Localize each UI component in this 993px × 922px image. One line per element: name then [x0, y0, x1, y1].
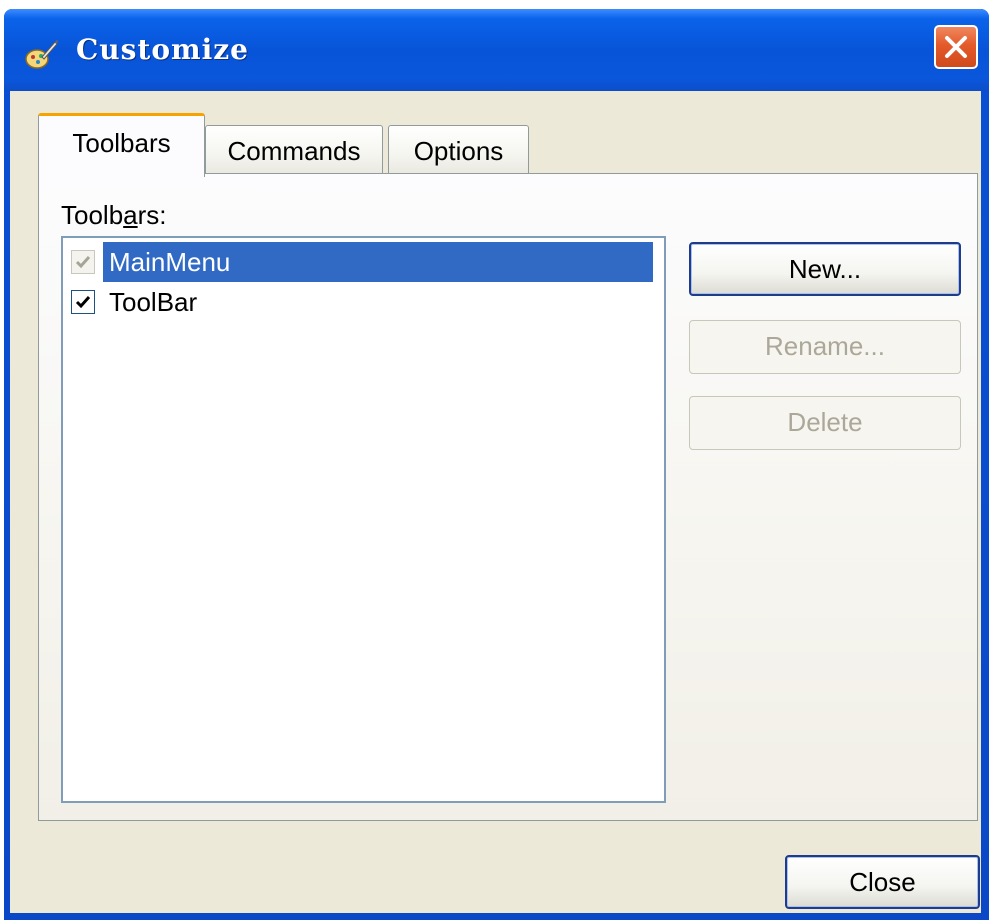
- tab-commands-label: Commands: [227, 136, 361, 166]
- checkmark-icon: [75, 296, 91, 309]
- close-button[interactable]: Close: [785, 855, 980, 909]
- list-item-mainmenu[interactable]: MainMenu: [67, 242, 662, 282]
- toolbars-list-label: Toolbars:: [61, 200, 167, 231]
- tab-toolbars-label: Toolbars: [72, 128, 171, 158]
- toolbars-listbox[interactable]: MainMenu ToolBar: [61, 236, 666, 803]
- tab-options[interactable]: Options: [388, 125, 529, 175]
- list-item-label: MainMenu: [103, 242, 653, 282]
- close-x-icon: [945, 36, 967, 58]
- window-close-button[interactable]: [934, 25, 978, 69]
- customize-dialog: Customize Toolbars Commands Options Tool…: [4, 9, 989, 920]
- toolbars-list-label-pre: Toolb: [61, 200, 124, 230]
- delete-button[interactable]: Delete: [689, 396, 961, 450]
- tab-toolbars[interactable]: Toolbars: [38, 113, 205, 177]
- checkmark-icon: [75, 256, 91, 269]
- new-button[interactable]: New...: [689, 242, 961, 296]
- mainmenu-checkbox: [71, 250, 95, 274]
- toolbars-list-label-post: rs:: [137, 200, 167, 230]
- dialog-client-area: Toolbars Commands Options Toolbars: Main…: [10, 91, 981, 913]
- customize-pencil-icon: [24, 37, 58, 71]
- tab-options-label: Options: [413, 136, 504, 166]
- toolbar-checkbox[interactable]: [71, 290, 95, 314]
- toolbars-tab-panel: Toolbars: MainMenu ToolBar New... Rename…: [38, 173, 978, 821]
- rename-button[interactable]: Rename...: [689, 320, 961, 374]
- window-title: Customize: [76, 33, 249, 66]
- list-item-toolbar[interactable]: ToolBar: [67, 282, 662, 322]
- list-item-label: ToolBar: [109, 287, 198, 317]
- toolbars-list-label-mnemonic: a: [123, 200, 138, 230]
- tab-commands[interactable]: Commands: [205, 125, 383, 175]
- title-bar[interactable]: Customize: [4, 9, 989, 91]
